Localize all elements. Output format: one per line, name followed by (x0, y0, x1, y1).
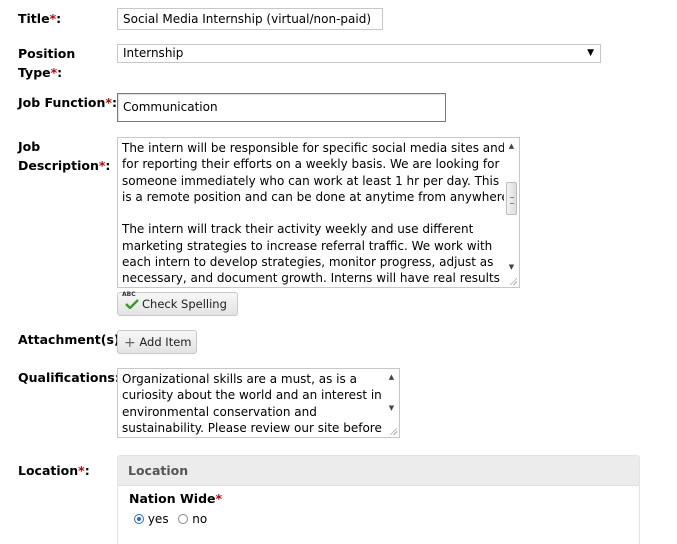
text-line: The intern will track their activity wee… (122, 222, 474, 237)
nation-wide-radio-group: yes no (134, 512, 207, 526)
radio-no-label: no (192, 512, 208, 526)
job-function-input[interactable]: Communication (117, 93, 446, 122)
scroll-up-arrow-icon[interactable]: ▲ (504, 139, 519, 153)
title-input-value: Social Media Internship (virtual/non-pai… (123, 12, 372, 26)
qualifications-textarea[interactable]: Organizational skills are a must, as is … (117, 368, 400, 438)
location-label: Location*: (18, 463, 90, 478)
spell-check-icon: ABC (122, 291, 142, 309)
text-line: curiosity about the world and an interes… (122, 388, 382, 403)
job-description-text: The intern will be responsible for speci… (122, 140, 516, 287)
location-panel: Location Nation Wide* yes no (117, 455, 640, 544)
add-item-label: Add Item (139, 335, 192, 349)
job-function-label: Job Function*: (18, 95, 117, 110)
check-spelling-button[interactable]: ABC Check Spelling (117, 291, 238, 316)
scrollbar-thumb[interactable] (506, 182, 517, 215)
radio-yes[interactable] (134, 514, 144, 524)
chevron-down-icon: ▼ (587, 48, 594, 58)
text-line: The intern will be responsible for speci… (122, 141, 506, 155)
job-description-textarea[interactable]: The intern will be responsible for speci… (117, 137, 520, 288)
scroll-down-arrow-icon[interactable]: ▼ (504, 260, 519, 274)
job-function-value: Communication (123, 100, 218, 114)
qualifications-label: Qualifications: (18, 370, 120, 385)
position-type-value: Internship (123, 46, 184, 60)
vertical-scrollbar[interactable]: ▲ ▼ (504, 138, 519, 287)
position-type-label: Position Type*: (18, 46, 76, 80)
scroll-down-arrow-icon[interactable]: ▼ (384, 401, 399, 415)
text-line: necessary, and document growth. Interns … (122, 271, 516, 286)
text-line: environmental conservation and (122, 404, 317, 419)
text-line: is a remote position and can be done at … (122, 189, 513, 204)
radio-yes-label: yes (147, 512, 169, 526)
title-input[interactable]: Social Media Internship (virtual/non-pai… (117, 8, 383, 30)
text-line: marketing strategies to increase referra… (122, 238, 493, 253)
add-item-button[interactable]: + Add Item (117, 330, 197, 354)
position-type-select[interactable]: Internship ▼ (117, 44, 601, 63)
location-panel-title: Location (118, 456, 639, 486)
text-line: someone immediately who can work at leas… (122, 173, 500, 188)
text-line: sustainability. Please review our site b… (122, 420, 382, 435)
attachments-label: Attachment(s): (18, 332, 125, 347)
text-line: each intern to develop strategies, monit… (122, 255, 494, 270)
text-line: for reporting their efforts on a weekly … (122, 157, 500, 172)
scroll-up-arrow-icon[interactable]: ▲ (384, 370, 399, 384)
plus-icon: + (124, 335, 136, 351)
title-label: Title*: (18, 11, 62, 26)
job-description-label: Job Description*: (18, 139, 111, 173)
nation-wide-label: Nation Wide* (129, 491, 223, 506)
resize-grip-icon[interactable] (509, 277, 517, 285)
resize-grip-icon[interactable] (389, 427, 397, 435)
text-line: Organizational skills are a must, as is … (122, 372, 357, 386)
qualifications-text: Organizational skills are a must, as is … (122, 371, 382, 436)
check-spelling-label: Check Spelling (142, 297, 227, 311)
radio-no[interactable] (178, 514, 189, 524)
